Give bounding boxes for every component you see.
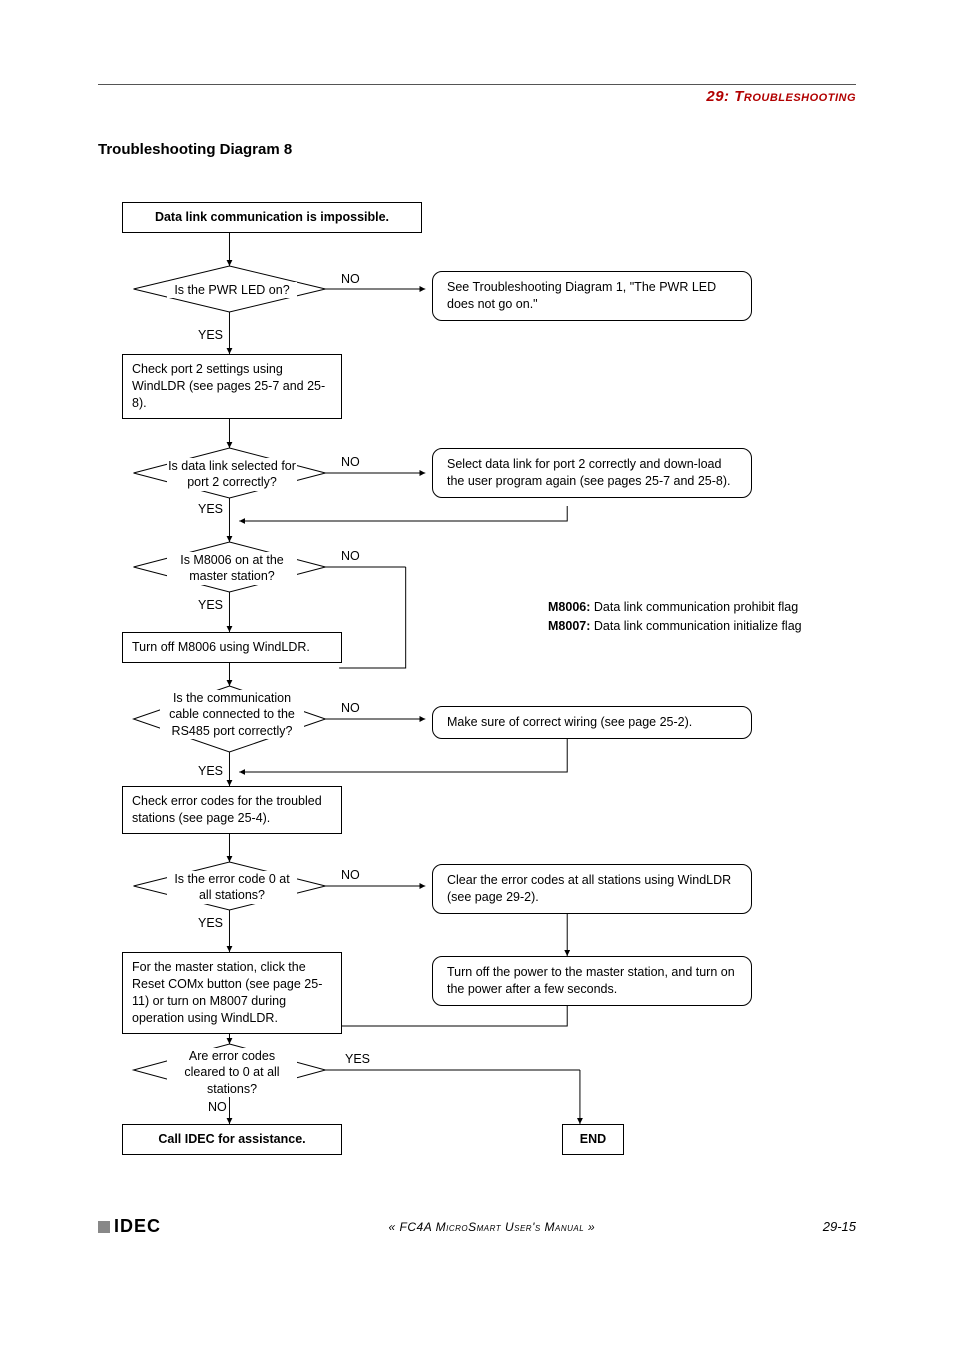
footer-manual: « FC4A MicroSmart User's Manual »: [389, 1220, 596, 1234]
n5: Clear the error codes at all stations us…: [432, 864, 752, 914]
p4: Check error codes for the troubled stati…: [122, 786, 342, 834]
call-box: Call IDEC for assistance.: [122, 1124, 342, 1155]
d2-no: NO: [339, 455, 362, 469]
d3-q: Is M8006 on at the master station?: [167, 552, 297, 585]
brand-square-icon: [98, 1221, 110, 1233]
d1-yes: YES: [196, 328, 225, 342]
section-title: Troubleshooting Diagram 8: [98, 141, 856, 158]
d1-q: Is the PWR LED on?: [167, 282, 297, 298]
flags: M8006: Data link communication prohibit …: [548, 598, 802, 637]
d3-no: NO: [339, 549, 362, 563]
brand-logo: IDEC: [98, 1216, 161, 1237]
footer-page: 29-15: [823, 1219, 856, 1234]
n2: Select data link for port 2 correctly an…: [432, 448, 752, 498]
d4-yes: YES: [196, 764, 225, 778]
n1: See Troubleshooting Diagram 1, "The PWR …: [432, 271, 752, 321]
p1: Check port 2 settings using WindLDR (see…: [122, 354, 342, 419]
d5-yes: YES: [196, 916, 225, 930]
d2-yes: YES: [196, 502, 225, 516]
p3: Turn off M8006 using WindLDR.: [122, 632, 342, 663]
n4: Make sure of correct wiring (see page 25…: [432, 706, 752, 739]
d6-no: NO: [206, 1100, 229, 1114]
end-box: END: [562, 1124, 624, 1155]
start-box: Data link communication is impossible.: [122, 202, 422, 233]
d5-no: NO: [339, 868, 362, 882]
d3-yes: YES: [196, 598, 225, 612]
d4-no: NO: [339, 701, 362, 715]
d6-q: Are error codes cleared to 0 at all stat…: [167, 1048, 297, 1097]
d1-no: NO: [339, 272, 362, 286]
n5b: Turn off the power to the master station…: [432, 956, 752, 1006]
d2-q: Is data link selected for port 2 correct…: [167, 458, 297, 491]
d5-q: Is the error code 0 at all stations?: [167, 871, 297, 904]
chapter-heading: 29: Troubleshooting: [98, 88, 856, 105]
p5: For the master station, click the Reset …: [122, 952, 342, 1034]
d6-yes: YES: [343, 1052, 372, 1066]
flowchart: Data link communication is impossible. I…: [112, 196, 856, 1196]
d4-q: Is the communication cable connected to …: [160, 690, 304, 739]
